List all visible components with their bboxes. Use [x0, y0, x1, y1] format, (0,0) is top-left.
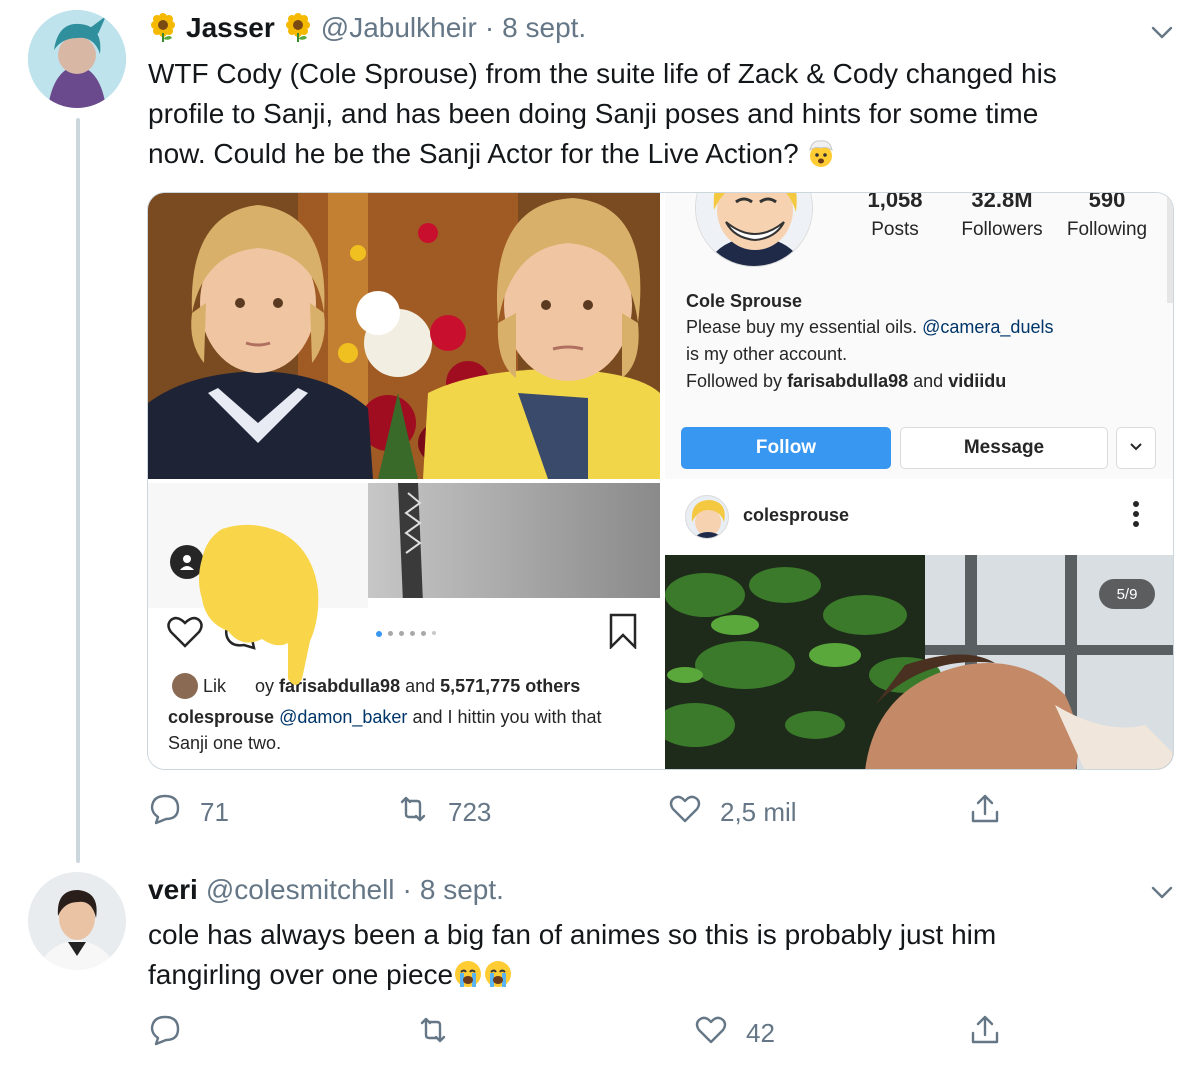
media-card[interactable]: 1,058 Posts 32.8M Followers 590 Followin… — [147, 192, 1174, 770]
scrollbar[interactable] — [1167, 193, 1173, 303]
sanji-avatar[interactable] — [695, 193, 813, 267]
followed-by-user-1[interactable]: farisabdulla98 — [787, 371, 908, 391]
profile-bio-line-1: Please buy my essential oils. @camera_du… — [686, 317, 1054, 337]
instagram-post[interactable]: colesprouse 5/9 — [665, 483, 1173, 769]
tweet-date[interactable]: 8 sept. — [420, 874, 504, 906]
carousel-dots — [376, 631, 436, 637]
author-handle[interactable]: @Jabulkheir — [321, 12, 477, 44]
retweet-icon — [396, 792, 430, 833]
tweet-text-line: fangirling over one piece — [148, 955, 996, 995]
posts-count: 1,058 — [867, 193, 923, 212]
followed-by-user-2[interactable]: vidiidu — [948, 371, 1006, 391]
photo-twins[interactable] — [148, 193, 660, 479]
tweet-2[interactable]: veri @colesmitchell · 8 sept. cole has a… — [0, 860, 1200, 1067]
chevron-down-icon[interactable] — [1150, 20, 1174, 44]
tweet-1-actions: 71 723 2,5 mil — [148, 792, 1048, 832]
profile-display-name: Cole Sprouse — [686, 291, 803, 311]
likes-others[interactable]: 5,571,775 others — [440, 676, 580, 697]
tweet-date[interactable]: 8 sept. — [502, 12, 586, 44]
sunflower-icon — [283, 12, 313, 44]
following-label[interactable]: Following — [1057, 219, 1157, 241]
share-icon — [968, 792, 1002, 833]
post-author-username[interactable]: colesprouse — [743, 505, 849, 526]
tweet-text-line: profile to Sanji, and has been doing San… — [148, 98, 1039, 129]
share-icon — [968, 1013, 1002, 1054]
loudly-crying-face-emoji-icon — [453, 959, 483, 990]
caption-line-1: colesprouse @damon_baker and I hittin yo… — [168, 707, 602, 727]
instagram-profile[interactable]: 1,058 Posts 32.8M Followers 590 Followin… — [665, 193, 1173, 479]
followers-count: 32.8M — [971, 193, 1033, 212]
following-count: 590 — [1088, 193, 1126, 212]
chevron-down-icon — [1128, 438, 1144, 459]
media-divider-horizontal — [148, 479, 1173, 483]
reply-icon — [148, 792, 182, 833]
loudly-crying-face-emoji-icon — [483, 959, 513, 990]
follow-button[interactable]: Follow — [681, 427, 891, 469]
tweet-2-actions: 42 — [148, 1013, 1048, 1053]
tweet-text-line: WTF Cody (Cole Sprouse) from the suite l… — [148, 58, 1057, 89]
posts-label[interactable]: Posts — [860, 219, 930, 241]
reply-count: 71 — [200, 797, 229, 827]
separator-dot: · — [484, 12, 495, 43]
reply-button[interactable]: 71 — [148, 792, 229, 833]
message-button[interactable]: Message — [900, 427, 1108, 469]
exploding-head-emoji-icon — [806, 138, 836, 169]
tweet-text-line: cole has always been a big fan of animes… — [148, 919, 997, 950]
caption-mention[interactable]: @damon_baker — [279, 707, 407, 727]
sunflower-icon — [148, 12, 178, 44]
like-count: 2,5 mil — [720, 797, 797, 827]
dropdown-button[interactable] — [1116, 427, 1156, 469]
caption-username[interactable]: colesprouse — [168, 707, 274, 727]
avatar-veri[interactable] — [28, 872, 126, 970]
bookmark-icon[interactable] — [608, 613, 638, 654]
chevron-down-icon[interactable] — [1150, 880, 1174, 904]
profile-bio-line-2: is my other account. — [686, 344, 848, 364]
caption-line-2: Sanji one two. — [168, 733, 282, 753]
pointing-hand-emoji-icon — [192, 519, 332, 694]
bio-mention-link[interactable]: @camera_duels — [922, 317, 1053, 337]
share-button[interactable] — [968, 1013, 1002, 1054]
author-name[interactable]: veri — [148, 874, 198, 906]
separator-dot: · — [402, 874, 412, 905]
author-handle[interactable]: @colesmitchell — [206, 874, 395, 906]
carousel-counter: 5/9 — [1099, 579, 1155, 609]
tweet-2-text: cole has always been a big fan of animes… — [148, 915, 996, 995]
post-photo-plants[interactable]: 5/9 — [665, 555, 1173, 769]
thread-line — [76, 118, 80, 863]
reply-button[interactable] — [148, 1013, 200, 1054]
retweet-button[interactable] — [416, 1013, 468, 1054]
like-button[interactable]: 42 — [694, 1013, 775, 1054]
like-button[interactable]: 2,5 mil — [668, 792, 797, 833]
like-count: 42 — [746, 1018, 775, 1048]
tweet-1-header: Jasser @Jabulkheir · 8 sept. — [148, 12, 586, 44]
retweet-icon — [416, 1013, 450, 1054]
instagram-post-caption[interactable]: Lik oy farisabdulla98 and 5,571,775 othe… — [148, 483, 660, 769]
retweet-button[interactable]: 723 — [396, 792, 491, 833]
more-options-icon[interactable] — [1131, 499, 1141, 534]
tweet-text-line: now. Could he be the Sanji Actor for the… — [148, 134, 1057, 174]
reply-icon — [148, 1013, 182, 1054]
tweet-1-text: WTF Cody (Cole Sprouse) from the suite l… — [148, 54, 1057, 174]
tweet-2-header: veri @colesmitchell · 8 sept. — [148, 874, 504, 906]
author-name[interactable]: Jasser — [186, 12, 275, 44]
avatar-jasser[interactable] — [28, 10, 126, 108]
post-author-avatar[interactable] — [685, 495, 729, 539]
retweet-count: 723 — [448, 797, 492, 827]
heart-icon — [694, 1013, 728, 1054]
heart-icon — [668, 792, 702, 833]
followers-label[interactable]: Followers — [947, 219, 1057, 241]
tweet-1[interactable]: Jasser @Jabulkheir · 8 sept. WTF Cody (C… — [0, 0, 1200, 863]
share-button[interactable] — [968, 792, 1002, 833]
followed-by-line: Followed by farisabdulla98 and vidiidu — [686, 371, 1007, 391]
